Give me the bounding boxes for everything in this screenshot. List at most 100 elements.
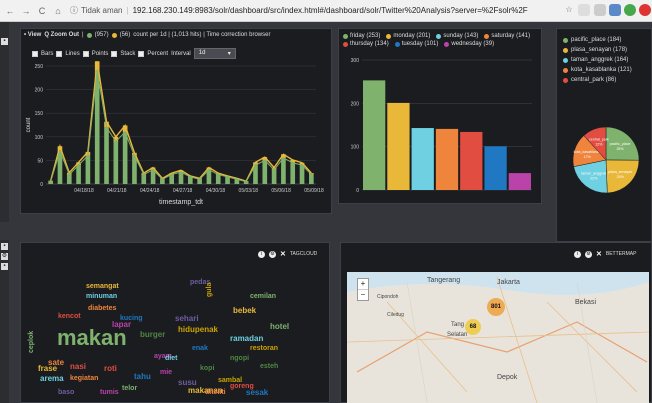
tag-word[interactable]: baso — [58, 389, 74, 396]
info-icon[interactable]: i — [258, 250, 265, 258]
legend-item[interactable]: plasa_senayan (178) — [563, 45, 632, 55]
reload-icon[interactable]: C — [36, 6, 48, 16]
tag-word[interactable]: restoran — [250, 345, 278, 352]
map-label: Cipondoh — [377, 294, 399, 300]
gear-icon[interactable]: ⚙ — [269, 250, 276, 258]
tag-word[interactable]: lapar — [112, 320, 131, 329]
zoom-out-button[interactable]: − — [358, 290, 368, 300]
map-label: Bekasi — [575, 299, 597, 306]
tag-word[interactable]: arema — [40, 374, 64, 383]
row-add-icon[interactable]: ▪ — [1, 263, 8, 270]
extension-icon[interactable] — [594, 4, 606, 16]
zoom-out-button[interactable]: Q Zoom Out — [44, 32, 79, 38]
tag-word[interactable]: semangat — [86, 283, 119, 290]
legend-item[interactable]: wednesday (39) — [444, 41, 494, 47]
tag-word[interactable]: sehari — [175, 314, 199, 323]
tag-word[interactable]: telor — [122, 385, 137, 392]
legend-item[interactable]: taman_anggrek (164) — [563, 55, 632, 65]
legend-label: saturday (141) — [491, 33, 531, 39]
slice-label: taman_anggrek — [581, 172, 606, 176]
extension-icon[interactable] — [578, 4, 590, 16]
stack-checkbox[interactable] — [111, 50, 118, 57]
interval-select[interactable]: 1d ▾ — [193, 48, 236, 59]
data-point — [207, 168, 210, 171]
percent-checkbox[interactable] — [138, 50, 145, 57]
view-menu[interactable]: • View — [24, 32, 41, 38]
bar — [187, 176, 193, 184]
legend-item[interactable]: central_park (86) — [563, 75, 632, 85]
tag-word[interactable]: hotel — [270, 322, 289, 331]
y-tick-label: 0 — [356, 188, 359, 194]
legend-item[interactable]: tuesday (101) — [394, 41, 438, 47]
map-cluster[interactable]: 801 — [487, 298, 505, 316]
tag-word[interactable]: mie — [160, 369, 172, 376]
tag-word[interactable]: enak — [192, 345, 208, 352]
info-icon[interactable]: i — [574, 250, 581, 258]
tag-word[interactable]: nasi — [70, 362, 86, 371]
tag-word[interactable]: hidupenak — [178, 325, 218, 334]
legend-item[interactable]: thursday (134) — [343, 41, 389, 47]
map-cluster[interactable]: 68 — [465, 319, 481, 335]
tag-word[interactable]: tahu — [134, 372, 151, 381]
tag-word[interactable]: esteh — [260, 363, 278, 370]
home-icon[interactable]: ⌂ — [52, 6, 64, 16]
points-checkbox[interactable] — [82, 50, 89, 57]
legend-item[interactable]: saturday (141) — [484, 33, 530, 39]
tag-word[interactable]: diabetes — [88, 305, 116, 312]
tag-word[interactable]: diet — [165, 355, 177, 362]
gear-icon[interactable]: ⚙ — [1, 253, 8, 260]
gear-icon[interactable]: ⚙ — [585, 250, 592, 258]
histogram-chart: 0 50 100 150 200 250 04/18/18 04/21/18 04/24/18 0… — [26, 61, 324, 206]
tag-word[interactable]: minuman — [86, 293, 117, 300]
extension-icon[interactable] — [624, 4, 636, 16]
tag-word[interactable]: burger — [140, 330, 165, 339]
tag-word[interactable]: cemilan — [250, 293, 276, 300]
row-toolbar: ▪ ⚙ ▪ — [0, 240, 9, 403]
tag-word[interactable]: gula — [206, 283, 213, 297]
slice-label: 17% — [584, 155, 592, 159]
tag-word[interactable]: ramadan — [230, 334, 263, 343]
data-point — [198, 178, 201, 181]
zoom-in-button[interactable]: + — [358, 279, 368, 290]
data-point — [77, 164, 80, 167]
bar — [460, 131, 483, 190]
legend-item[interactable]: pacific_place (184) — [563, 35, 632, 45]
row-collapse-icon[interactable]: ▪ — [1, 243, 8, 250]
tag-word[interactable]: kencot — [58, 313, 81, 320]
info-icon[interactable]: ⓘ — [70, 5, 78, 16]
x-tick-label: 04/24/18 — [140, 188, 160, 194]
tag-word[interactable]: ceplok — [28, 331, 35, 353]
close-icon[interactable]: ✕ — [596, 250, 602, 258]
tag-word[interactable]: tumis — [100, 389, 119, 396]
back-icon[interactable]: ← — [4, 6, 16, 16]
close-icon[interactable]: ✕ — [280, 250, 286, 258]
forward-icon[interactable]: → — [20, 6, 32, 16]
x-tick-label: 04/27/18 — [173, 188, 193, 194]
tag-word[interactable]: sesak — [246, 388, 268, 397]
tag-word[interactable]: roti — [104, 364, 117, 373]
legend-item[interactable]: friday (253) — [343, 33, 380, 39]
bars-checkbox[interactable] — [32, 50, 38, 57]
data-point — [49, 180, 52, 183]
extension-icon[interactable] — [609, 4, 621, 16]
tag-word[interactable]: diteliti — [205, 389, 226, 396]
tag-word[interactable]: frase — [38, 364, 57, 373]
weekday-legend: friday (253) monday (201) sunday (143) satu… — [343, 33, 539, 47]
tag-word[interactable]: ngopi — [230, 355, 249, 362]
star-icon[interactable]: ☆ — [563, 4, 575, 16]
browser-toolbar: ← → C ⌂ ⓘ Tidak aman | 192.168.230.149:8… — [0, 0, 652, 22]
url-text[interactable]: 192.168.230.149:8983/solr/dashboard/src/… — [133, 6, 528, 15]
tag-word[interactable]: bebek — [233, 306, 256, 315]
row-settings-icon[interactable]: ▪ — [1, 38, 8, 45]
legend-item[interactable]: monday (201) — [386, 33, 430, 39]
tag-word[interactable]: kopi — [200, 365, 214, 372]
address-bar[interactable]: ⓘ Tidak aman | 192.168.230.149:8983/solr… — [70, 5, 528, 16]
lines-checkbox[interactable] — [56, 50, 63, 57]
legend-item[interactable]: kota_kasablanka (121) — [563, 65, 632, 75]
legend-item[interactable]: sunday (143) — [436, 33, 478, 39]
tag-word[interactable]: kegiatan — [70, 375, 98, 382]
map-view[interactable]: Tangerang Jakarta Bekasi Depok Selatan T… — [347, 272, 649, 403]
map-label: Jakarta — [497, 279, 520, 286]
map-label: Tangerang — [427, 277, 461, 284]
extension-icon[interactable] — [639, 4, 651, 16]
